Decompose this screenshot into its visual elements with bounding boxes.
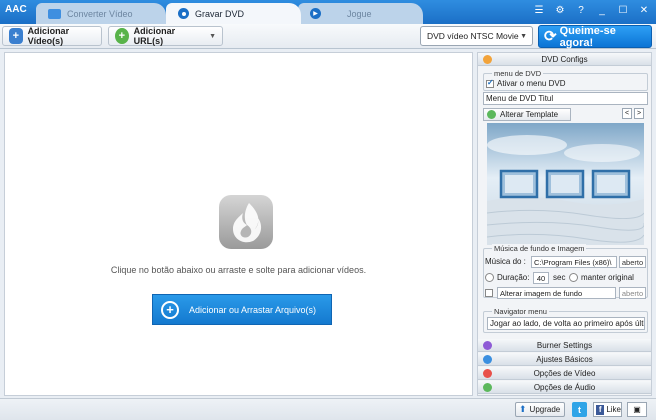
title-bar: AAC Converter Vídeo ▶ Jogue Gravar DVD ☰… [0, 0, 656, 24]
next-template-button[interactable]: > [634, 108, 644, 119]
menu-icon[interactable]: ☰ [533, 5, 545, 16]
change-bg-checkbox[interactable] [485, 289, 493, 297]
change-template-label: Alterar Template [500, 110, 559, 119]
chevron-left-icon: < [624, 110, 630, 117]
keep-original-label: manter original [581, 273, 634, 282]
change-template-button[interactable]: Alterar Template [483, 108, 571, 121]
add-video-button[interactable]: + Adicionar Vídeo(s) [2, 26, 102, 46]
help-icon[interactable]: ? [575, 5, 587, 16]
film-toggle-button[interactable]: ▣ [627, 402, 647, 417]
enable-menu-checkbox[interactable] [486, 78, 494, 88]
keep-original-radio[interactable] [569, 273, 578, 282]
window-controls: ☰ ⚙ ? _ ☐ ✕ [533, 5, 650, 16]
section-label: Burner Settings [536, 340, 593, 350]
output-format-select[interactable]: DVD vídeo NTSC Movie ▼ [420, 26, 533, 46]
burner-settings-header[interactable]: Burner Settings [478, 339, 651, 352]
toolbar: + Adicionar Vídeo(s) + Adicionar URL(s) … [0, 24, 656, 49]
monitor-icon [48, 8, 61, 19]
facebook-icon: f [596, 404, 605, 415]
chevron-right-icon: > [636, 110, 642, 117]
film-icon: ▣ [633, 405, 641, 414]
audio-options-header[interactable]: Opções de Áudio [478, 381, 651, 394]
refresh-icon: ⟳ [544, 28, 557, 45]
video-options-header[interactable]: Opções de Vídeo [478, 367, 651, 380]
change-bg-input[interactable]: Alterar imagem de fundo [497, 287, 616, 299]
tab-label: Gravar DVD [195, 8, 245, 19]
tab-label: Jogue [347, 8, 372, 19]
add-url-icon: + [115, 28, 129, 44]
duration-input[interactable]: 40 [533, 272, 549, 284]
seconds-label: sec [553, 273, 566, 282]
chevron-down-icon[interactable]: ▼ [209, 33, 216, 40]
enable-menu-row: Ativar o menu DVD [486, 78, 566, 88]
upgrade-icon: ⬆ [519, 404, 527, 414]
app-logo: AAC [5, 4, 27, 15]
duration-label: Duração: [497, 273, 530, 282]
disc-icon [178, 8, 189, 19]
section-label: Opções de Áudio [533, 382, 596, 392]
plus-icon: + [161, 300, 179, 319]
open-music-button[interactable]: aberto [619, 256, 646, 268]
add-url-label: Adicionar URL(s) [133, 26, 176, 46]
logo-text: AAC [5, 4, 27, 15]
duration-radio[interactable] [485, 273, 494, 282]
template-preview-image [487, 123, 644, 245]
navigator-legend: Navigator menu [492, 307, 549, 316]
section-label: Opções de Vídeo [533, 368, 596, 378]
navigator-select[interactable]: Jogar ao lado, de volta ao primeiro após… [487, 317, 645, 330]
dvd-configs-icon [483, 55, 492, 64]
burner-icon [483, 341, 492, 350]
gear-icon[interactable]: ⚙ [554, 5, 566, 16]
empty-hint-text: Clique no botão abaixo ou arraste e solt… [110, 265, 367, 275]
chevron-down-icon: ▼ [520, 33, 527, 40]
audio-options-icon [483, 383, 492, 392]
basic-settings-icon [483, 355, 492, 364]
dvd-configs-label: DVD Configs [541, 54, 588, 64]
tab-gravar-dvd[interactable]: Gravar DVD [166, 3, 301, 24]
status-bar: ⬆ Upgrade t f Like ▣ [0, 398, 656, 420]
add-video-icon: + [9, 28, 23, 44]
play-icon: ▶ [310, 8, 321, 19]
enable-menu-label: Ativar o menu DVD [497, 79, 566, 88]
dvd-menu-legend: menu de DVD [492, 69, 544, 78]
minimize-icon[interactable]: _ [596, 5, 608, 16]
twitter-icon: t [578, 404, 581, 415]
dvd-configs-header[interactable]: DVD Configs [478, 53, 651, 66]
add-video-label: Adicionar Vídeo(s) [27, 26, 70, 46]
tab-jogue[interactable]: ▶ Jogue [298, 3, 423, 24]
tab-label: Converter Vídeo [67, 8, 133, 19]
previous-template-button[interactable]: < [622, 108, 632, 119]
settings-panel: DVD Configs menu de DVD Ativar o menu DV… [477, 52, 652, 396]
close-icon[interactable]: ✕ [638, 5, 650, 16]
music-label: Música do : [485, 257, 526, 266]
upgrade-label: Upgrade [529, 405, 561, 414]
maximize-icon[interactable]: ☐ [617, 5, 629, 16]
twitter-button[interactable]: t [572, 402, 587, 417]
video-options-icon [483, 369, 492, 378]
video-list-area[interactable]: Clique no botão abaixo ou arraste e solt… [4, 52, 473, 396]
basic-settings-header[interactable]: Ajustes Básicos [478, 353, 651, 366]
open-bg-button[interactable]: aberto [619, 287, 646, 299]
drop-button-label: Adicionar ou Arrastar Arquivo(s) [189, 304, 317, 315]
upgrade-button[interactable]: ⬆ Upgrade [515, 402, 565, 417]
music-path-input[interactable]: C:\Program Files (x86)\ [531, 256, 617, 268]
section-label: Ajustes Básicos [536, 354, 593, 364]
like-label: Like [606, 405, 621, 414]
burn-label: Queime-se agora! [559, 24, 616, 49]
music-legend: Música de fundo e Imagem [492, 244, 587, 253]
add-or-drag-files-button[interactable]: + Adicionar ou Arrastar Arquivo(s) [152, 294, 332, 325]
add-url-button[interactable]: + Adicionar URL(s) ▼ [108, 26, 223, 46]
menu-title-input[interactable]: Menu de DVD Titul [483, 92, 648, 105]
burn-now-button[interactable]: ⟳ Queime-se agora! [538, 24, 652, 49]
format-value: DVD vídeo NTSC Movie [427, 31, 519, 41]
template-icon [487, 110, 496, 119]
facebook-like-button[interactable]: f Like [593, 402, 622, 417]
flame-icon [219, 195, 273, 249]
dvd-menu-group: menu de DVD Ativar o menu DVD [483, 69, 648, 91]
tab-converter-video[interactable]: Converter Vídeo [36, 3, 166, 24]
